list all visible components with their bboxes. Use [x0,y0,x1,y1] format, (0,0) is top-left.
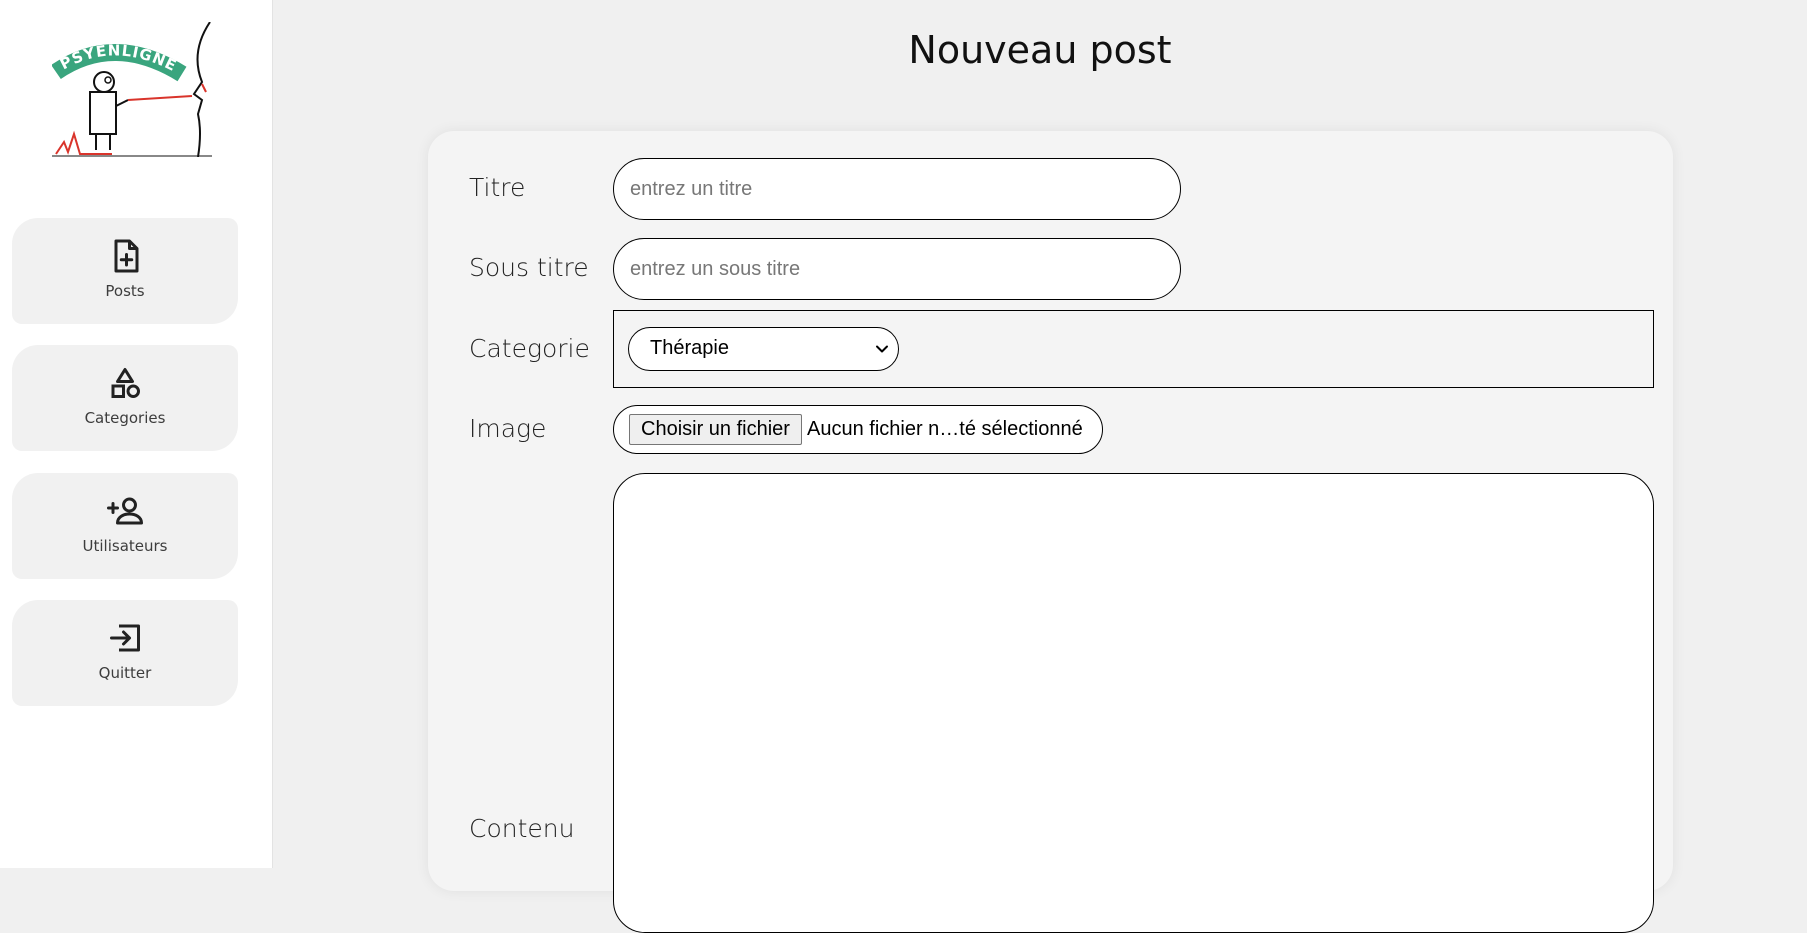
user-plus-icon [107,497,143,525]
choose-file-button[interactable]: Choisir un fichier [629,414,802,445]
sidebar-item-utilisateurs[interactable]: Utilisateurs [12,473,238,579]
sidebar-item-label: Utilisateurs [82,537,168,555]
image-file-input: Choisir un fichier Aucun fichier n…té sé… [613,405,1103,454]
main-content: Nouveau post Titre Sous titre Categorie … [273,0,1807,933]
subtitle-input[interactable] [613,238,1181,300]
content-label: Contenu [469,814,575,843]
file-plus-icon [114,239,139,273]
file-status-text: Aucun fichier n…té sélectionné [807,418,1083,440]
image-label: Image [469,414,547,443]
shapes-icon [111,368,140,398]
post-form: Titre Sous titre Categorie Thérapie Imag… [428,131,1673,933]
title-label: Titre [469,173,526,202]
page-title: Nouveau post [908,28,1172,72]
psyenligne-logo: PSYENLIGNE [51,21,212,158]
sidebar-item-label: Categories [84,409,166,427]
content-textarea[interactable] [613,473,1654,933]
category-select[interactable]: Thérapie [628,327,899,371]
sidebar-item-posts[interactable]: Posts [12,218,238,324]
sidebar-item-categories[interactable]: Categories [12,345,238,451]
logout-icon [110,624,140,652]
chevron-down-icon [876,345,888,353]
sidebar-item-label: Posts [105,282,145,300]
category-selected-value: Thérapie [650,337,729,359]
sidebar-item-quitter[interactable]: Quitter [12,600,238,706]
title-input[interactable] [613,158,1181,220]
category-field: Thérapie [613,310,1654,388]
category-label: Categorie [469,334,590,363]
sidebar-item-label: Quitter [98,664,152,682]
sidebar: PSYENLIGNE Posts Categories Utilisateurs… [0,0,273,868]
subtitle-label: Sous titre [469,253,589,282]
